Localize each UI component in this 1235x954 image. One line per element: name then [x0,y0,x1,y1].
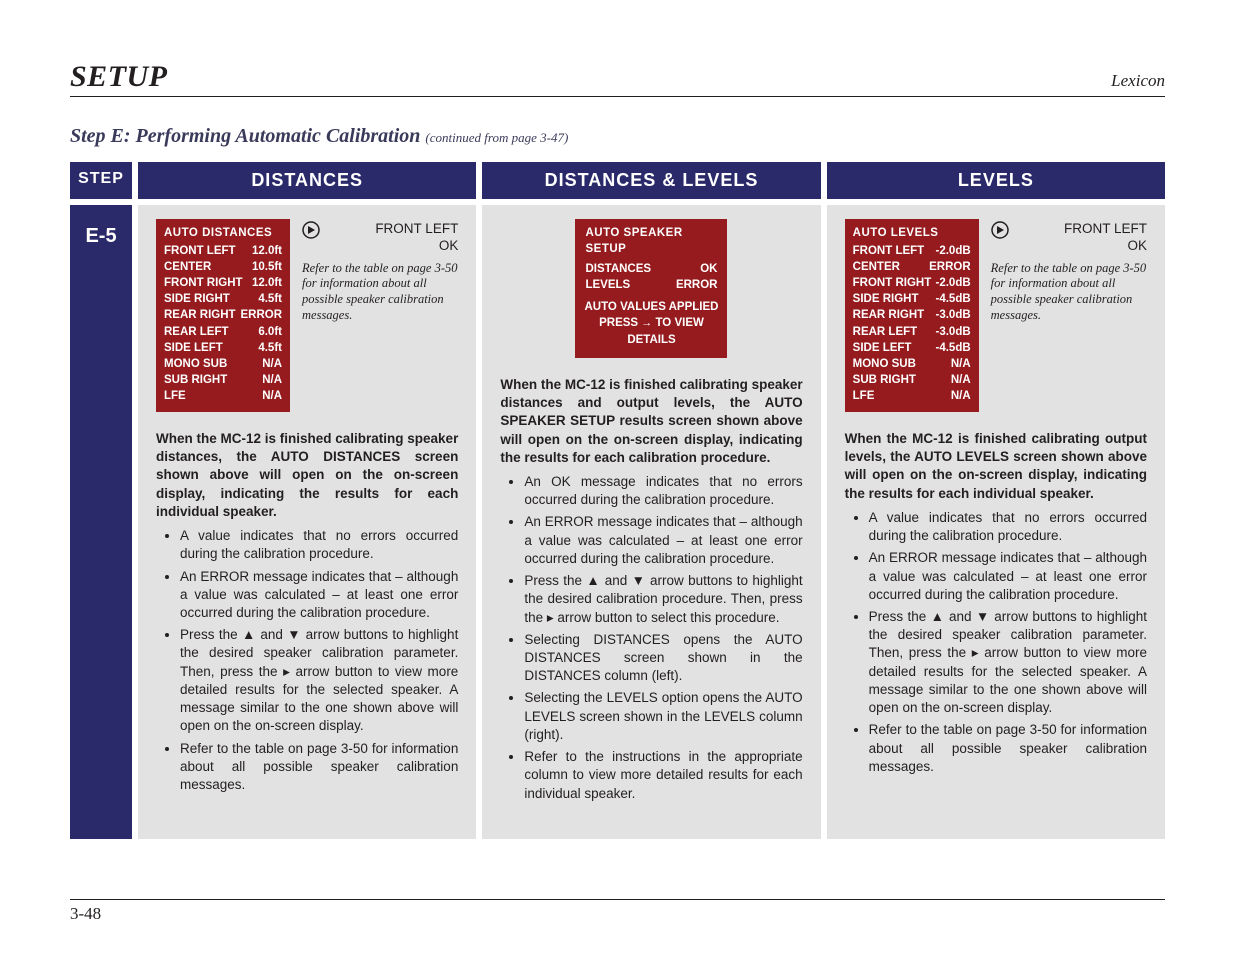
list-item: Selecting the LEVELS option opens the AU… [524,689,802,744]
col-head-distances-levels: DISTANCES & LEVELS [482,162,820,199]
page-header: SETUP Lexicon [70,60,1165,97]
step-id: E-5 [70,205,132,839]
play-forward-icon [302,221,320,239]
levels-bullets: A value indicates that no errors occurre… [845,509,1147,776]
levels-lead: When the MC-12 is finished calibrating o… [845,430,1147,503]
distances-bullets: A value indicates that no errors occurre… [156,527,458,794]
list-item: A value indicates that no errors occurre… [869,509,1147,545]
col-head-step: STEP [70,162,132,199]
col-head-distances: DISTANCES [138,162,476,199]
list-item: An OK message indicates that no errors o… [524,473,802,509]
page-number: 3-48 [70,904,101,923]
subtitle: Step E: Performing Automatic Calibration… [70,125,1165,148]
list-item: Refer to the table on page 3-50 for info… [869,721,1147,776]
levels-callout: FRONT LEFTOK Refer to the table on page … [991,219,1147,323]
list-item: Press the ▲ and ▼ arrow buttons to highl… [180,626,458,735]
panel-msg-details: DETAILS [581,332,721,348]
col-head-levels: LEVELS [827,162,1165,199]
list-item: Press the ▲ and ▼ arrow buttons to highl… [524,572,802,627]
distances-cell: AUTO DISTANCES FRONT LEFT12.0ft CENTER10… [138,205,476,839]
distances-callout: FRONT LEFTOK Refer to the table on page … [302,219,458,323]
distances-lead: When the MC-12 is finished calibrating s… [156,430,458,521]
levels-cell: AUTO LEVELS FRONT LEFT-2.0dB CENTERERROR… [827,205,1165,839]
page-footer: 3-48 [70,899,1165,924]
play-forward-icon [991,221,1009,239]
panel-msg-press: PRESS → TO VIEW [581,315,721,331]
panel-title: AUTO SPEAKER SETUP [581,225,721,259]
list-item: Selecting DISTANCES opens the AUTO DISTA… [524,631,802,686]
auto-levels-panel: AUTO LEVELS FRONT LEFT-2.0dB CENTERERROR… [845,219,979,412]
list-item: An ERROR message indicates that – althou… [869,549,1147,604]
subtitle-main: Step E: Performing Automatic Calibration [70,125,420,147]
subtitle-continued: (continued from page 3-47) [425,130,568,145]
panel-title: AUTO LEVELS [853,225,971,241]
list-item: An ERROR message indicates that – althou… [180,568,458,623]
panel-msg-applied: AUTO VALUES APPLIED [581,299,721,315]
panel-title: AUTO DISTANCES [164,225,282,241]
combo-bullets: An OK message indicates that no errors o… [500,473,802,803]
section-title: SETUP [70,60,168,94]
list-item: Press the ▲ and ▼ arrow buttons to highl… [869,608,1147,717]
list-item: Refer to the instructions in the appropr… [524,748,802,803]
brand-label: Lexicon [1111,71,1165,91]
list-item: An ERROR message indicates that – althou… [524,513,802,568]
arrow-right-icon: → [641,317,652,329]
list-item: Refer to the table on page 3-50 for info… [180,740,458,795]
auto-speaker-setup-panel: AUTO SPEAKER SETUP DISTANCESOK LEVELSERR… [575,219,727,358]
page: SETUP Lexicon Step E: Performing Automat… [0,0,1235,954]
list-item: A value indicates that no errors occurre… [180,527,458,563]
combo-lead: When the MC-12 is finished calibrating s… [500,376,802,467]
calibration-table: STEP DISTANCES DISTANCES & LEVELS LEVELS… [70,162,1165,869]
distances-levels-cell: AUTO SPEAKER SETUP DISTANCESOK LEVELSERR… [482,205,820,839]
auto-distances-panel: AUTO DISTANCES FRONT LEFT12.0ft CENTER10… [156,219,290,412]
